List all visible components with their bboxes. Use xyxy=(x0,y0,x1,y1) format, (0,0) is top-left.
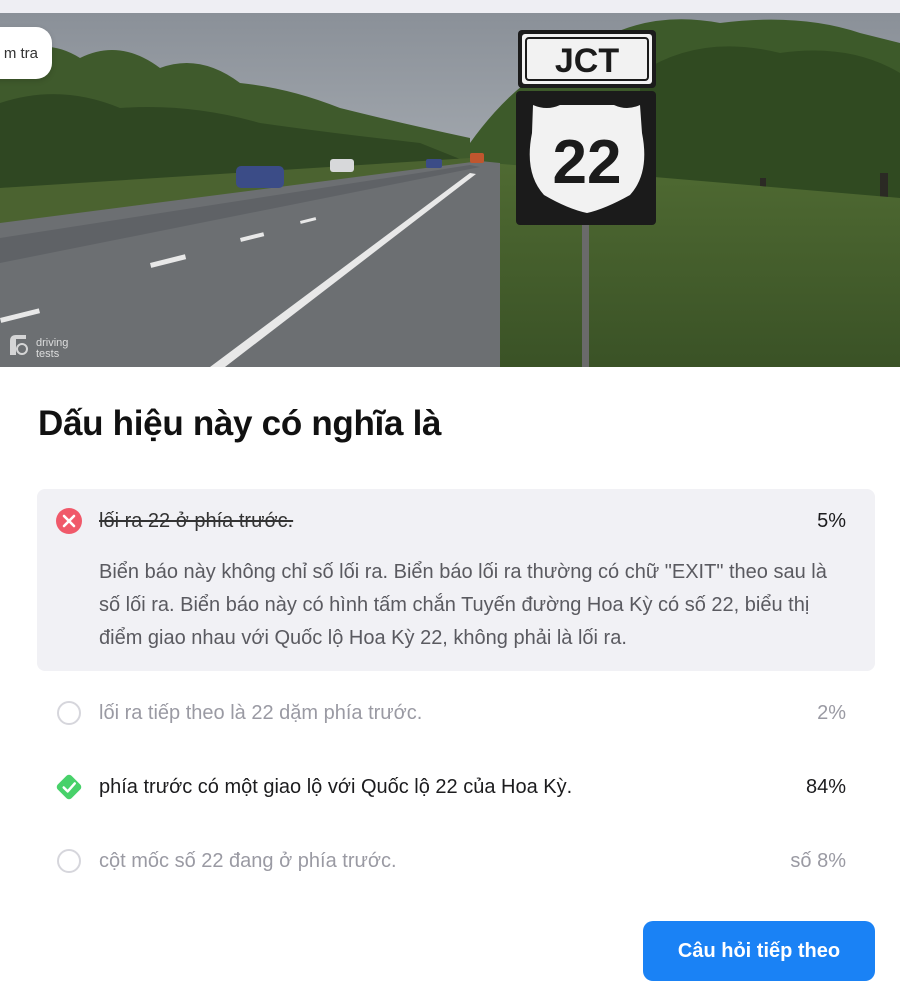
check-pill-button[interactable]: m tra xyxy=(0,27,52,79)
answer-text: lối ra 22 ở phía trước. xyxy=(99,509,294,532)
radio-empty-icon xyxy=(54,698,84,728)
sign-number-text: 22 xyxy=(553,128,622,197)
answer-percent: 5% xyxy=(817,509,846,532)
x-circle-icon xyxy=(54,506,84,536)
top-strip xyxy=(0,0,900,13)
answer-option-2[interactable]: lối ra tiếp theo là 22 dặm phía trước. 2… xyxy=(37,695,875,731)
watermark-line2: tests xyxy=(36,348,60,360)
answer-option-3[interactable]: phía trước có một giao lộ với Quốc lộ 22… xyxy=(37,769,875,805)
sign-jct-text: JCT xyxy=(555,42,619,80)
question-title: Dấu hiệu này có nghĩa là xyxy=(38,404,442,443)
answer-percent: số 8% xyxy=(790,849,846,872)
answer-option-4[interactable]: cột mốc số 22 đang ở phía trước. số 8% xyxy=(37,843,875,879)
answer-text: cột mốc số 22 đang ở phía trước. xyxy=(99,849,397,872)
answer-text: lối ra tiếp theo là 22 dặm phía trước. xyxy=(99,701,423,724)
radio-empty-icon xyxy=(54,846,84,876)
answer-option-1[interactable]: lối ra 22 ở phía trước. 5% Biển báo này … xyxy=(37,489,875,671)
question-image: JCT 22 driving tests m tra xyxy=(0,13,900,367)
check-pill-label: m tra xyxy=(3,44,38,62)
check-diamond-icon xyxy=(54,772,84,802)
answer-explanation: Biển báo này không chỉ số lối ra. Biển b… xyxy=(99,561,827,649)
answer-percent: 84% xyxy=(805,775,846,798)
answer-percent: 2% xyxy=(817,701,846,724)
next-question-button[interactable]: Câu hỏi tiếp theo xyxy=(643,921,875,981)
answer-text: phía trước có một giao lộ với Quốc lộ 22… xyxy=(99,775,573,798)
